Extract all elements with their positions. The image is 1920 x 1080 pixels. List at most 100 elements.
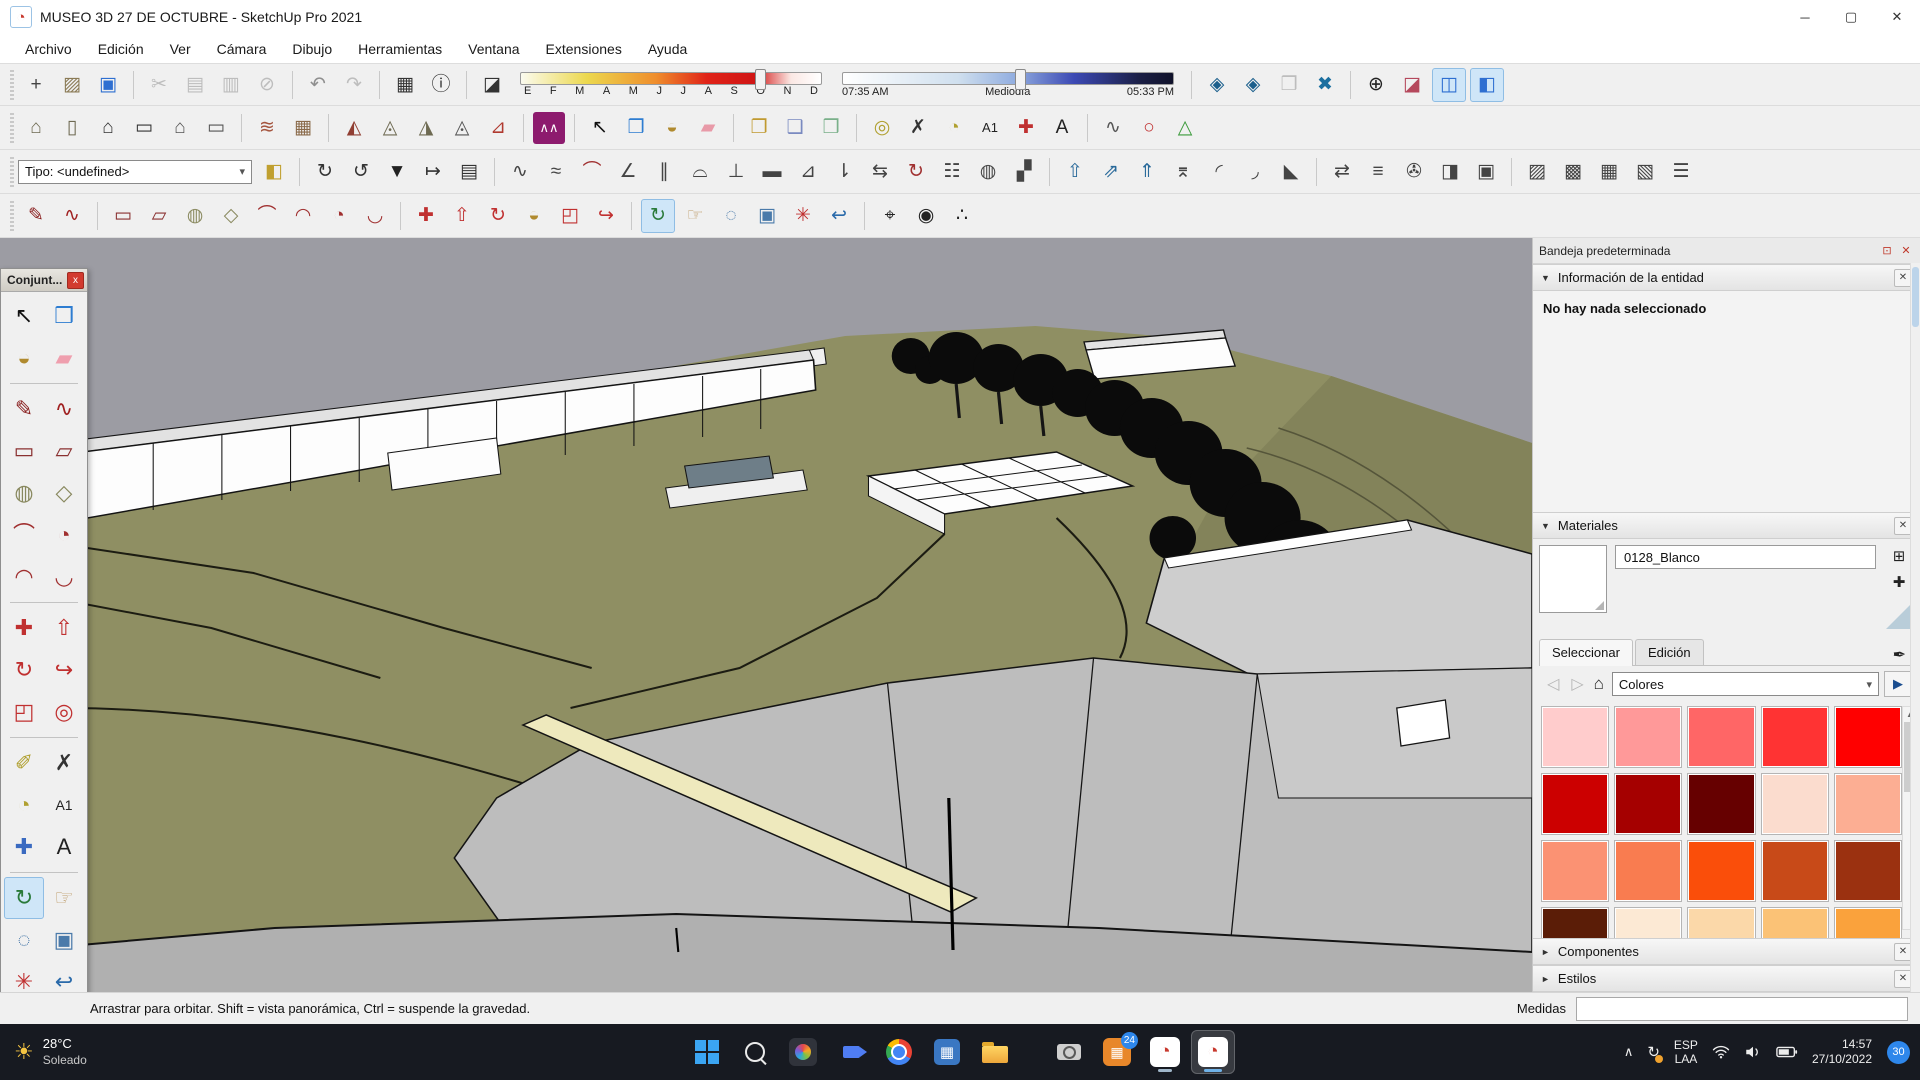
- polyline-tool-button[interactable]: ∠: [612, 156, 644, 188]
- select-tool-button[interactable]: ↖: [584, 112, 616, 144]
- color-swatch-9b3110[interactable]: [1834, 840, 1902, 902]
- extrude-edges-button[interactable]: ⌆: [1167, 156, 1199, 188]
- path-array-button[interactable]: ☷: [936, 156, 968, 188]
- zoom-tool-button[interactable]: ◌: [4, 919, 44, 961]
- close-icon[interactable]: ✕: [1874, 0, 1920, 34]
- tray-scrollbar[interactable]: [1910, 263, 1920, 992]
- push-pull-tool-button[interactable]: ⇧: [446, 200, 478, 232]
- chat-app-button[interactable]: [829, 1030, 873, 1074]
- select-tool-button[interactable]: ↖: [4, 295, 44, 337]
- cleanup-tool-button[interactable]: ✇: [1398, 156, 1430, 188]
- back-icon[interactable]: ◁: [1541, 674, 1565, 694]
- components-header[interactable]: ► Componentes ✕: [1533, 938, 1920, 965]
- polygon-tool-button[interactable]: ◇: [44, 472, 84, 514]
- undo-button[interactable]: ↶: [302, 69, 334, 101]
- weather-widget[interactable]: ☀ 28°C Soleado: [0, 1024, 101, 1080]
- date-slider-thumb[interactable]: [755, 69, 766, 90]
- material-replace-button[interactable]: ◨: [1434, 156, 1466, 188]
- pie-tool-button[interactable]: ◔: [44, 514, 84, 556]
- toolbar-grip[interactable]: [10, 70, 14, 100]
- intersect-tool-button[interactable]: ⊥: [720, 156, 752, 188]
- orbit-tool-button[interactable]: ↻: [641, 199, 675, 233]
- slab-tool-button[interactable]: ▭: [128, 112, 160, 144]
- styles-header[interactable]: ► Estilos ✕: [1533, 965, 1920, 992]
- bezier-curve-button[interactable]: ⌒: [576, 156, 608, 188]
- volume-icon[interactable]: [1737, 1024, 1769, 1080]
- rotate-tool-button[interactable]: ↻: [482, 200, 514, 232]
- shadows-toggle-button[interactable]: ◪: [476, 69, 508, 101]
- pan-tool-button[interactable]: ☞: [44, 877, 84, 919]
- toolbar-grip[interactable]: [10, 157, 14, 187]
- color-swatch-a50000[interactable]: [1614, 773, 1682, 835]
- make-component-tool-button[interactable]: ❒: [44, 295, 84, 337]
- color-swatch-fce9d4[interactable]: [1614, 907, 1682, 938]
- drape-tool-button[interactable]: ◮: [410, 112, 442, 144]
- minimize-icon[interactable]: ─: [1782, 0, 1828, 34]
- sketchup-1-button[interactable]: ◔: [1143, 1030, 1187, 1074]
- pie-tool-button[interactable]: ◔: [323, 200, 355, 232]
- menu-extensiones[interactable]: Extensiones: [533, 37, 635, 61]
- rotated-rectangle-tool-button[interactable]: ▱: [143, 200, 175, 232]
- report-tool-button[interactable]: ▤: [453, 156, 485, 188]
- arc-3pt-tool-button[interactable]: ◡: [359, 200, 391, 232]
- solid-outer-shell-button[interactable]: ❐: [743, 112, 775, 144]
- move-tool-button[interactable]: ✚: [4, 607, 44, 649]
- pitched-roof-tool-button[interactable]: ⌂: [92, 112, 124, 144]
- shadow-time-slider[interactable]: 07:35 AM Mediodía 05:33 PM: [842, 72, 1174, 98]
- divide-edges-button[interactable]: ∥: [648, 156, 680, 188]
- gable-roof-tool-button[interactable]: ⌂: [164, 112, 196, 144]
- uv-mapping-button[interactable]: ▣: [1470, 156, 1502, 188]
- arc-tool-button[interactable]: ◠: [287, 200, 319, 232]
- forward-icon[interactable]: ▷: [1565, 674, 1589, 694]
- plumb-tool-button[interactable]: ▼: [381, 156, 413, 188]
- stamp-tool-button[interactable]: ◬: [374, 112, 406, 144]
- solid-union-button[interactable]: ❑: [779, 112, 811, 144]
- rectangle-tool-button[interactable]: ▭: [107, 200, 139, 232]
- create-material-icon[interactable]: ✚: [1888, 571, 1910, 593]
- paint-bucket-tool-button[interactable]: ◒: [4, 337, 44, 379]
- protractor-tool-button[interactable]: ◔: [938, 112, 970, 144]
- chrome-button[interactable]: [877, 1030, 921, 1074]
- paint-tool-button[interactable]: ◒: [518, 200, 550, 232]
- color-swatch-ffcccc[interactable]: [1541, 706, 1609, 768]
- file-explorer-button[interactable]: [973, 1030, 1017, 1074]
- drop-edges-button[interactable]: ⇂: [828, 156, 860, 188]
- menu-ayuda[interactable]: Ayuda: [635, 37, 700, 61]
- secondary-pane-icon[interactable]: ⊞: [1888, 545, 1910, 567]
- color-swatch-fcae93[interactable]: [1834, 773, 1902, 835]
- mesh-pattern-button[interactable]: ▩: [1557, 156, 1589, 188]
- entity-info-header[interactable]: ▼ Información de la entidad ✕: [1533, 264, 1920, 291]
- wall-tool-button[interactable]: ⌂: [20, 112, 52, 144]
- align-tool-button[interactable]: ≡: [1362, 156, 1394, 188]
- shadow-date-slider[interactable]: EFMAMJJASOND: [520, 72, 822, 97]
- material-thumbnail[interactable]: [1539, 545, 1607, 613]
- 3d-text-tool-button[interactable]: A: [1046, 112, 1078, 144]
- display-section-planes-button[interactable]: ◫: [1432, 68, 1466, 102]
- search-button[interactable]: [733, 1030, 777, 1074]
- move-tool-button[interactable]: ✚: [410, 200, 442, 232]
- hatch-pattern-button[interactable]: ▨: [1521, 156, 1553, 188]
- text-tool-button[interactable]: A1: [44, 784, 84, 826]
- tray-close-icon[interactable]: ✕: [1898, 243, 1914, 259]
- offset-edges-button[interactable]: ⌓: [684, 156, 716, 188]
- text-tool-button[interactable]: A1: [974, 112, 1006, 144]
- color-swatch-fb9273[interactable]: [1541, 840, 1609, 902]
- round-corner-button[interactable]: ◜: [1203, 156, 1235, 188]
- new-button[interactable]: +: [20, 69, 52, 101]
- tray-scrollbar-thumb[interactable]: [1912, 267, 1919, 327]
- arc-tool-button[interactable]: ◠: [4, 556, 44, 598]
- color-swatch-fbdcce[interactable]: [1761, 773, 1829, 835]
- sharp-corner-button[interactable]: ◞: [1239, 156, 1271, 188]
- menu-camara[interactable]: Cámara: [204, 37, 280, 61]
- measurements-input[interactable]: [1576, 997, 1908, 1021]
- 3d-warehouse-search-button[interactable]: ◈: [1237, 69, 1269, 101]
- home-icon[interactable]: ⌂: [1590, 674, 1612, 694]
- freehand-tool-button[interactable]: ∿: [44, 388, 84, 430]
- grid-tool-button[interactable]: ▦: [1593, 156, 1625, 188]
- 3d-text-tool-button[interactable]: A: [44, 826, 84, 868]
- vertex-tool-button[interactable]: △: [1169, 112, 1201, 144]
- color-swatch-c84a18[interactable]: [1761, 840, 1829, 902]
- color-swatch-f97c50[interactable]: [1614, 840, 1682, 902]
- menu-herramientas[interactable]: Herramientas: [345, 37, 455, 61]
- material-name-field[interactable]: 0128_Blanco: [1615, 545, 1876, 569]
